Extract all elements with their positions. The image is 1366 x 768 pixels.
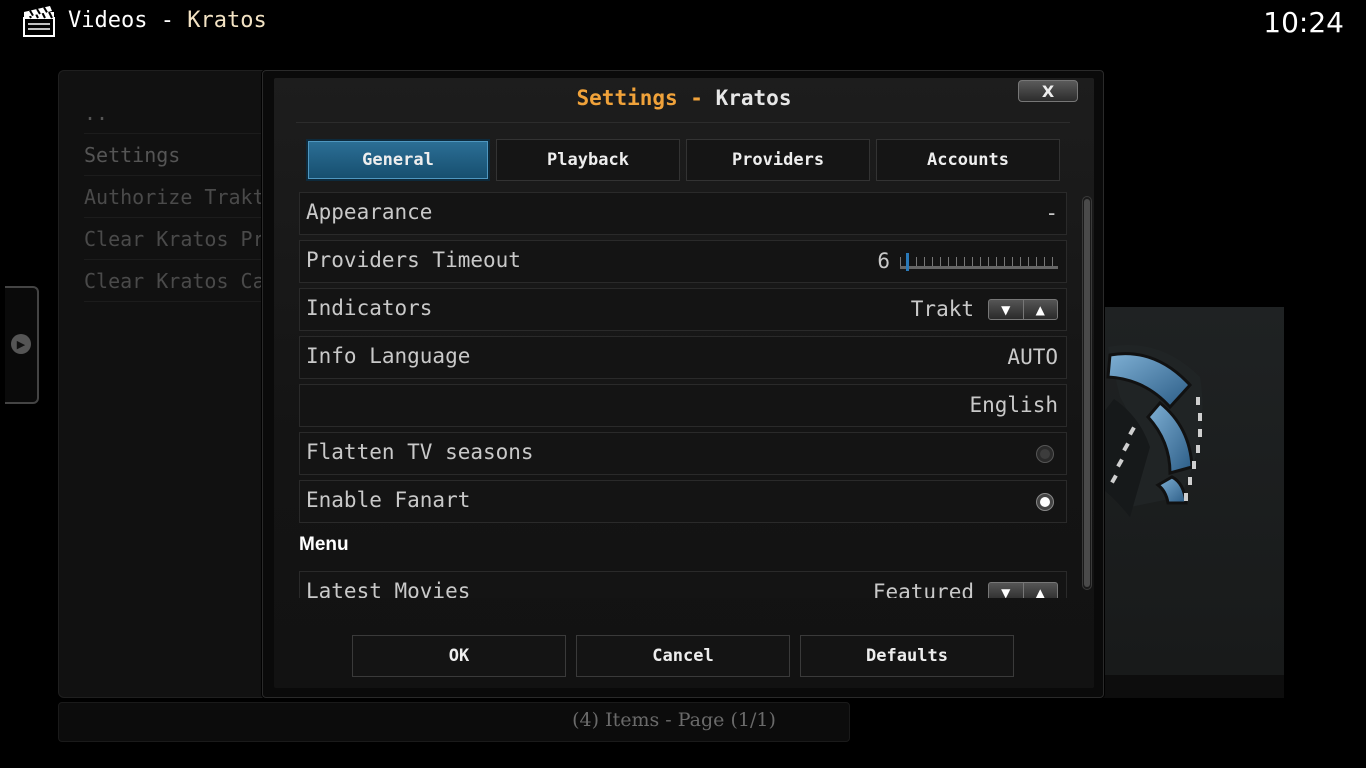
setting-value: English	[969, 393, 1058, 417]
dialog-title: Settings - Kratos	[274, 86, 1094, 110]
list-item[interactable]: Clear Kratos Providers	[84, 218, 274, 260]
video-clapper-icon	[23, 6, 55, 37]
tab-general[interactable]: General	[306, 139, 490, 181]
setting-label: Info Language	[306, 344, 471, 368]
title-separator: -	[160, 8, 174, 33]
list-item[interactable]: Settings	[84, 134, 274, 176]
setting-latest-movies[interactable]: Latest Movies Featured ▼ ▲	[299, 571, 1067, 598]
setting-label: Latest Movies	[306, 579, 471, 598]
setting-indicators[interactable]: Indicators Trakt ▼ ▲	[299, 288, 1067, 331]
setting-value: Trakt	[910, 297, 974, 321]
setting-label: Flatten TV seasons	[306, 440, 534, 464]
dialog-title-addon: Kratos	[715, 86, 792, 110]
title-addon: Kratos	[187, 8, 267, 33]
latest-movies-spinner[interactable]: ▼ ▲	[988, 582, 1058, 598]
setting-providers-timeout[interactable]: Providers Timeout 6	[299, 240, 1067, 283]
toggle-radio-off[interactable]	[1036, 445, 1054, 463]
slider-handle[interactable]	[906, 253, 909, 271]
tab-playback[interactable]: Playback	[496, 139, 680, 181]
slider-track	[900, 266, 1058, 269]
setting-value: Featured	[872, 580, 974, 598]
tab-providers[interactable]: Providers	[686, 139, 870, 181]
setting-label: Providers Timeout	[306, 248, 521, 272]
close-icon: X	[1041, 81, 1055, 101]
list-item[interactable]: ..	[84, 92, 274, 134]
timeout-slider[interactable]	[900, 253, 1058, 273]
settings-scrollbar[interactable]	[1082, 196, 1092, 590]
list-item[interactable]: Authorize Trakt	[84, 176, 274, 218]
spin-up-icon[interactable]: ▲	[1022, 300, 1058, 319]
setting-flatten-tv-seasons[interactable]: Flatten TV seasons	[299, 432, 1067, 475]
list-item[interactable]: Clear Kratos Cache	[84, 260, 274, 302]
setting-value: AUTO	[1007, 345, 1058, 369]
artwork-footer	[1100, 675, 1284, 698]
close-button[interactable]: X	[1018, 80, 1078, 102]
film-reel-icon	[1100, 345, 1203, 517]
setting-language-secondary[interactable]: English	[299, 384, 1067, 427]
title-section: Videos	[68, 8, 148, 33]
setting-appearance[interactable]: Appearance -	[299, 192, 1067, 235]
divider	[296, 122, 1070, 123]
setting-label: Indicators	[306, 296, 433, 320]
list-viewport-clip: Latest Movies Featured ▼ ▲	[299, 570, 1067, 598]
items-page-count: (4) Items - Page (1/1)	[572, 709, 776, 731]
defaults-button[interactable]: Defaults	[800, 635, 1014, 677]
slider-value: 6	[877, 249, 890, 273]
clock: 10:24	[1263, 6, 1344, 39]
indicators-spinner[interactable]: ▼ ▲	[988, 299, 1058, 320]
setting-enable-fanart[interactable]: Enable Fanart	[299, 480, 1067, 523]
ok-button[interactable]: OK	[352, 635, 566, 677]
tab-accounts[interactable]: Accounts	[876, 139, 1060, 181]
spin-up-icon[interactable]: ▲	[1022, 583, 1058, 598]
setting-info-language[interactable]: Info Language AUTO	[299, 336, 1067, 379]
spin-down-icon[interactable]: ▼	[989, 583, 1023, 599]
spin-down-icon[interactable]: ▼	[989, 300, 1023, 319]
window-title: Videos - Kratos	[68, 8, 267, 33]
setting-label: Appearance	[306, 200, 433, 224]
scrollbar-thumb[interactable]	[1084, 199, 1090, 587]
setting-label: Enable Fanart	[306, 488, 471, 512]
setting-value: -	[1045, 201, 1058, 225]
dialog-title-prefix: Settings -	[576, 86, 703, 110]
section-heading-menu: Menu	[299, 534, 349, 555]
film-reel-artwork	[1100, 307, 1284, 675]
cancel-button[interactable]: Cancel	[576, 635, 790, 677]
play-arrow-icon[interactable]: ▶	[11, 334, 31, 354]
background-list: .. Settings Authorize Trakt Clear Kratos…	[84, 92, 274, 302]
toggle-radio-on[interactable]	[1036, 493, 1054, 511]
